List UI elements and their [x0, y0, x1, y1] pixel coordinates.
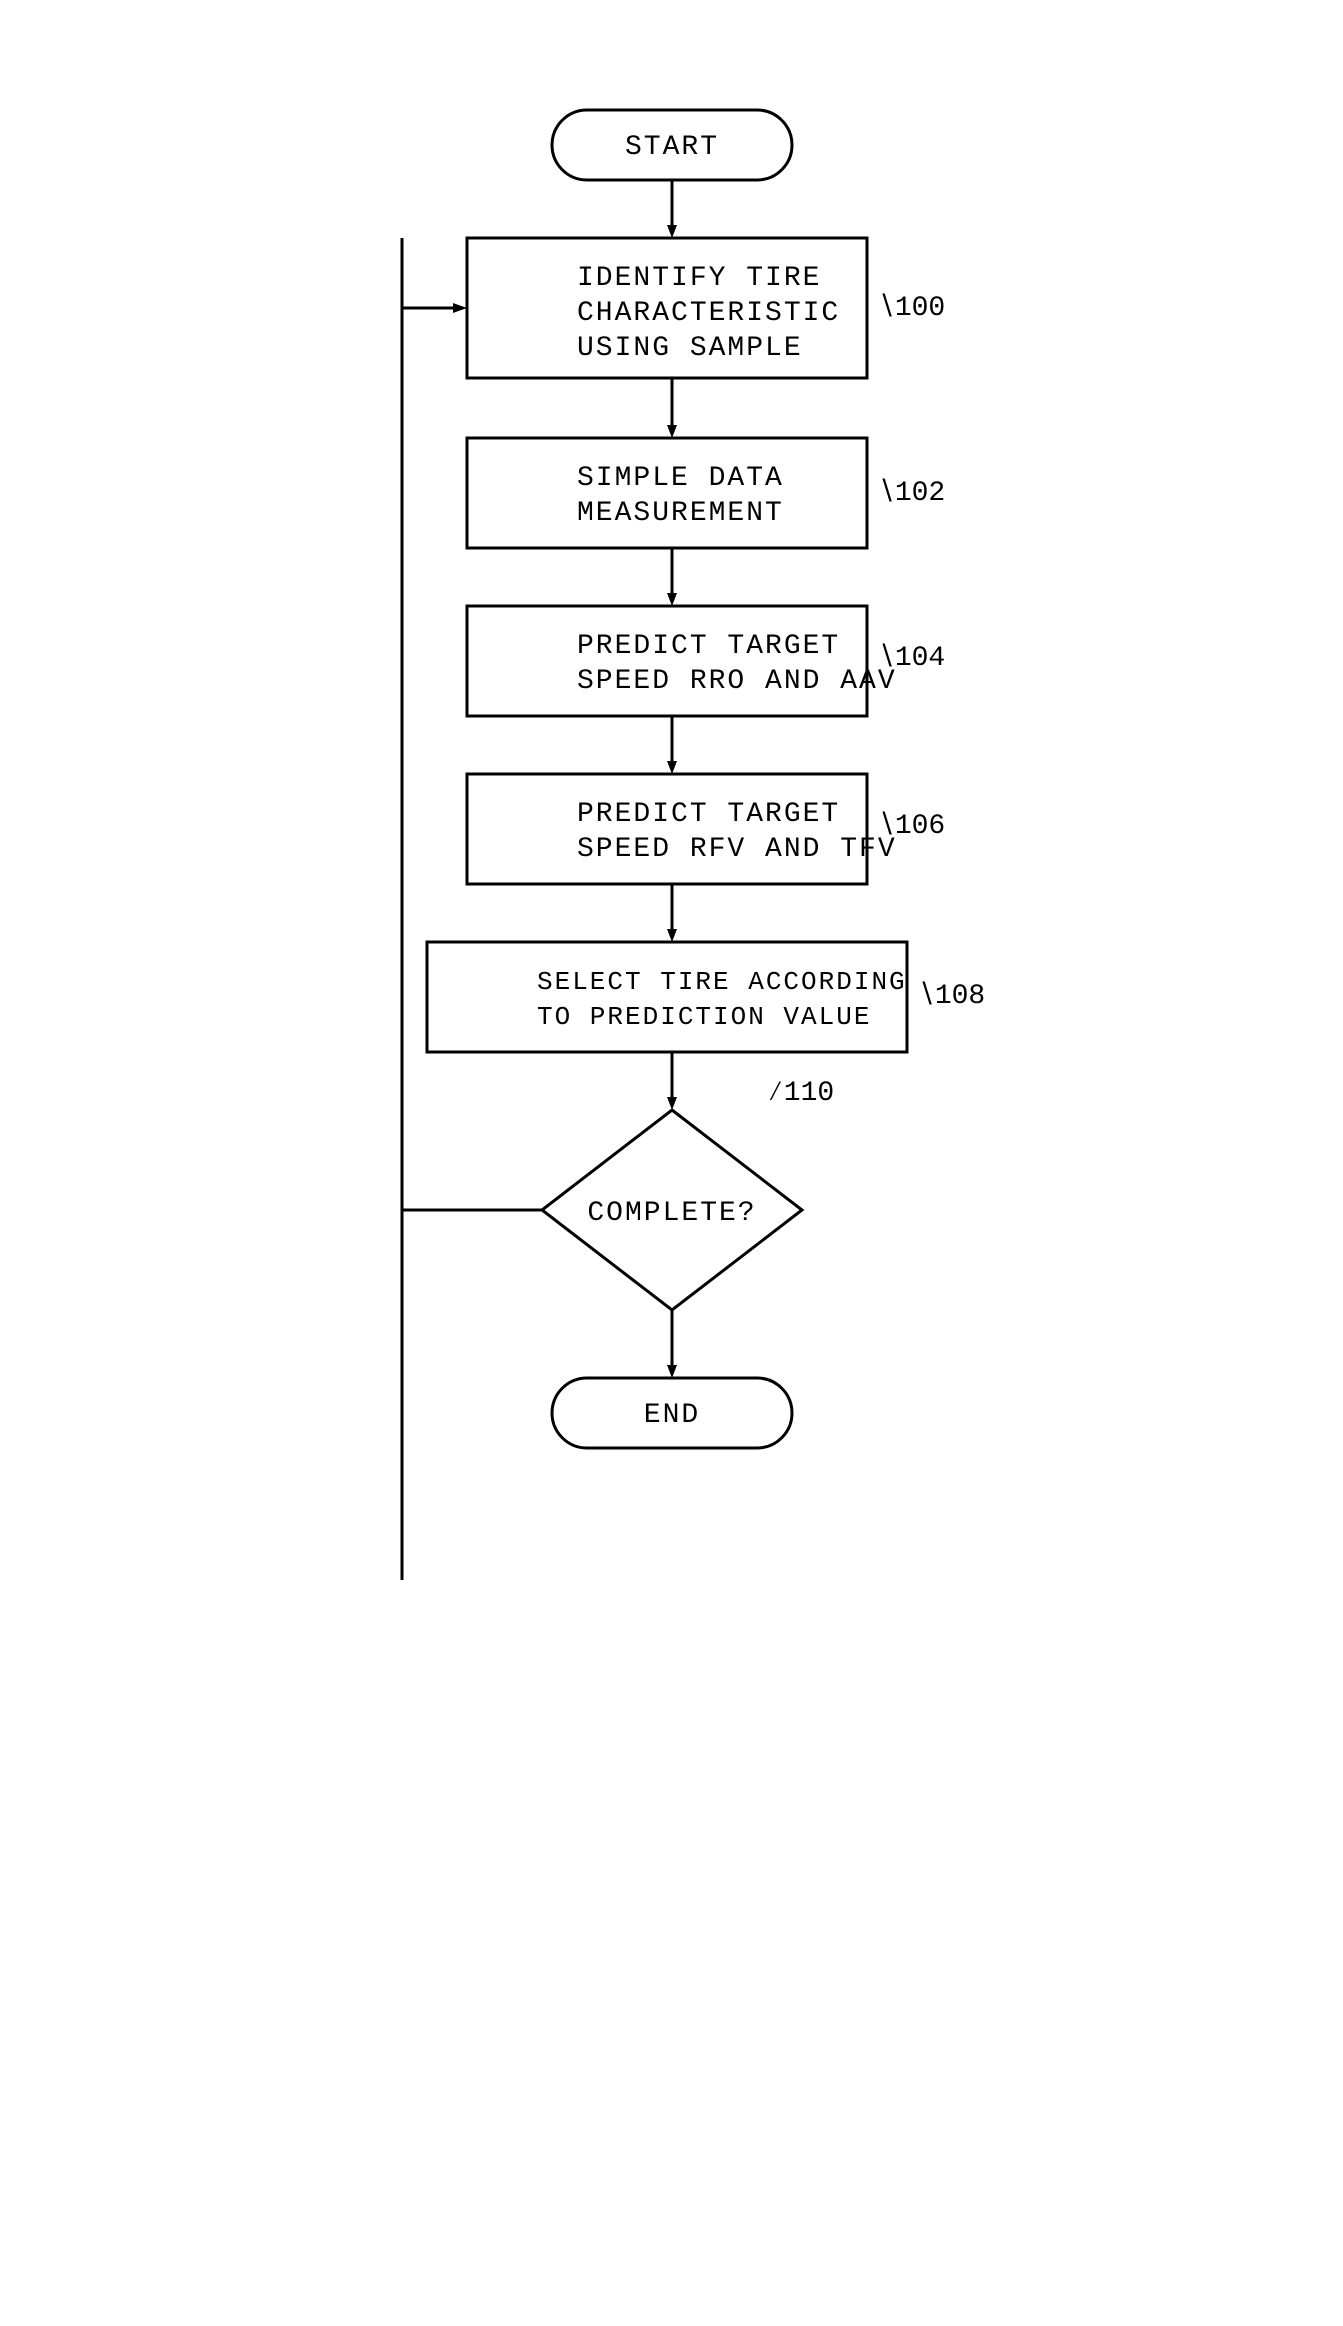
node102-l1: SIMPLE DATA [577, 463, 784, 494]
node106-l2: SPEED RFV AND TFV [577, 834, 897, 865]
ref-106-text: ∖106 [877, 811, 945, 842]
node104-l1: PREDICT TARGET [577, 631, 840, 662]
ref-110-text: ∕110 [767, 1078, 834, 1109]
node110-text: COMPLETE? [587, 1198, 756, 1229]
end-text: END [643, 1400, 699, 1431]
node106-l1: PREDICT TARGET [577, 799, 840, 830]
node100-l2: CHARACTERISTIC [577, 298, 840, 329]
start-text: START [624, 132, 718, 163]
ref-108-text: ∖108 [917, 981, 985, 1012]
node108-l2: TO PREDICTION VALUE [537, 1002, 871, 1032]
ref-100-text: ∖100 [877, 293, 945, 324]
ref-104-text: ∖104 [877, 643, 945, 674]
flowchart-svg: START IDENTIFY TIRE CHARACTERISTIC USING… [272, 100, 1072, 2050]
node104-l2: SPEED RRO AND AAV [577, 666, 897, 697]
node108-l1: SELECT TIRE ACCORDING [537, 967, 907, 997]
ref-102-text: ∖102 [877, 478, 945, 509]
node100-l1: IDENTIFY TIRE [577, 263, 821, 294]
svg-page: START IDENTIFY TIRE CHARACTERISTIC USING… [0, 0, 1343, 2326]
node100-l3: USING SAMPLE [577, 333, 803, 364]
node102-l2: MEASUREMENT [577, 498, 784, 529]
